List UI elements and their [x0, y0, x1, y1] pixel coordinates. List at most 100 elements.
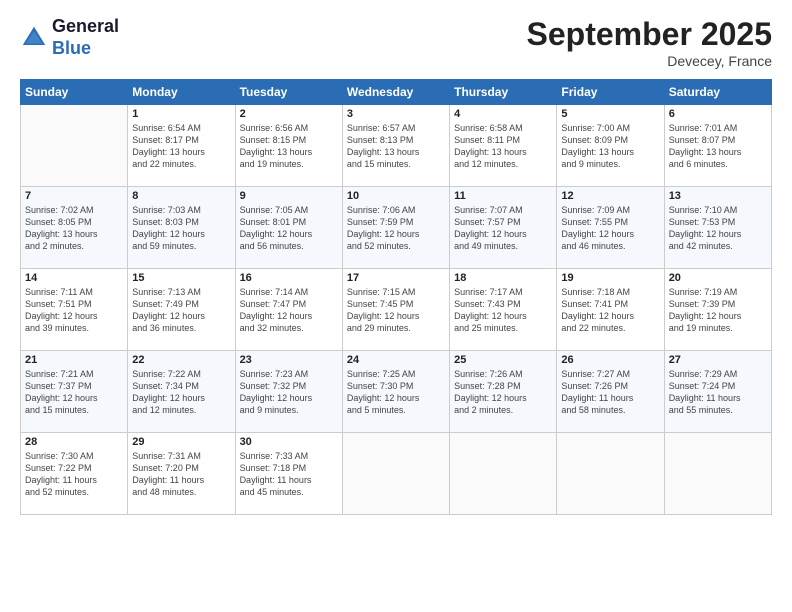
day-number: 1: [132, 108, 230, 120]
logo-general: General: [52, 16, 119, 36]
col-header-saturday: Saturday: [664, 80, 771, 105]
page: General Blue September 2025 Devecey, Fra…: [0, 0, 792, 612]
day-info: Sunrise: 7:15 AM Sunset: 7:45 PM Dayligh…: [347, 286, 445, 335]
calendar-week-3: 14Sunrise: 7:11 AM Sunset: 7:51 PM Dayli…: [21, 269, 772, 351]
calendar-table: SundayMondayTuesdayWednesdayThursdayFrid…: [20, 79, 772, 515]
day-info: Sunrise: 7:17 AM Sunset: 7:43 PM Dayligh…: [454, 286, 552, 335]
day-info: Sunrise: 7:03 AM Sunset: 8:03 PM Dayligh…: [132, 204, 230, 253]
calendar-cell: 19 Sunrise: 7:18 AM Sunset: 7:41 PM Dayli…: [557, 269, 664, 351]
day-number: 3: [347, 108, 445, 120]
header: General Blue September 2025 Devecey, Fra…: [20, 16, 772, 69]
day-number: 19: [561, 272, 659, 284]
calendar-cell: 22Sunrise: 7:22 AM Sunset: 7:34 PM Dayli…: [128, 351, 235, 433]
day-info: Sunrise: 7:26 AM Sunset: 7:28 PM Dayligh…: [454, 368, 552, 417]
day-number: 27: [669, 354, 767, 366]
calendar-header-row: SundayMondayTuesdayWednesdayThursdayFrid…: [21, 80, 772, 105]
day-number: 12: [561, 190, 659, 202]
col-header-tuesday: Tuesday: [235, 80, 342, 105]
day-info: Sunrise: 7:30 AM Sunset: 7:22 PM Dayligh…: [25, 450, 123, 499]
calendar-cell: 30 Sunrise: 7:33 AM Sunset: 7:18 PM Dayli…: [235, 433, 342, 515]
col-header-thursday: Thursday: [450, 80, 557, 105]
calendar-week-1: 1 Sunrise: 6:54 AM Sunset: 8:17 PM Daylig…: [21, 105, 772, 187]
calendar-cell: 4Sunrise: 6:58 AM Sunset: 8:11 PM Daylig…: [450, 105, 557, 187]
day-info: Sunrise: 7:22 AM Sunset: 7:34 PM Dayligh…: [132, 368, 230, 417]
day-number: 20: [669, 272, 767, 284]
day-number: 13: [669, 190, 767, 202]
day-number: 28: [25, 436, 123, 448]
day-number: 23: [240, 354, 338, 366]
day-info: Sunrise: 6:57 AM Sunset: 8:13 PM Dayligh…: [347, 122, 445, 171]
col-header-monday: Monday: [128, 80, 235, 105]
logo: General Blue: [20, 16, 119, 59]
day-info: Sunrise: 6:56 AM Sunset: 8:15 PM Dayligh…: [240, 122, 338, 171]
calendar-cell: 1 Sunrise: 6:54 AM Sunset: 8:17 PM Daylig…: [128, 105, 235, 187]
title-block: September 2025 Devecey, France: [527, 16, 772, 69]
calendar-cell: [342, 433, 449, 515]
calendar-cell: 6 Sunrise: 7:01 AM Sunset: 8:07 PM Daylig…: [664, 105, 771, 187]
day-number: 29: [132, 436, 230, 448]
day-info: Sunrise: 7:07 AM Sunset: 7:57 PM Dayligh…: [454, 204, 552, 253]
calendar-cell: 26 Sunrise: 7:27 AM Sunset: 7:26 PM Dayli…: [557, 351, 664, 433]
day-info: Sunrise: 7:01 AM Sunset: 8:07 PM Dayligh…: [669, 122, 767, 171]
day-info: Sunrise: 7:25 AM Sunset: 7:30 PM Dayligh…: [347, 368, 445, 417]
calendar-cell: 29 Sunrise: 7:31 AM Sunset: 7:20 PM Dayli…: [128, 433, 235, 515]
day-number: 7: [25, 190, 123, 202]
day-info: Sunrise: 7:13 AM Sunset: 7:49 PM Dayligh…: [132, 286, 230, 335]
day-number: 15: [132, 272, 230, 284]
calendar-cell: 20Sunrise: 7:19 AM Sunset: 7:39 PM Dayli…: [664, 269, 771, 351]
day-number: 30: [240, 436, 338, 448]
calendar-cell: 15 Sunrise: 7:13 AM Sunset: 7:49 PM Dayli…: [128, 269, 235, 351]
calendar-cell: [21, 105, 128, 187]
calendar-cell: 18Sunrise: 7:17 AM Sunset: 7:43 PM Dayli…: [450, 269, 557, 351]
day-number: 24: [347, 354, 445, 366]
col-header-wednesday: Wednesday: [342, 80, 449, 105]
calendar-cell: [664, 433, 771, 515]
day-info: Sunrise: 7:21 AM Sunset: 7:37 PM Dayligh…: [25, 368, 123, 417]
calendar-cell: 3 Sunrise: 6:57 AM Sunset: 8:13 PM Daylig…: [342, 105, 449, 187]
calendar-cell: [450, 433, 557, 515]
day-info: Sunrise: 6:54 AM Sunset: 8:17 PM Dayligh…: [132, 122, 230, 171]
calendar-cell: 9 Sunrise: 7:05 AM Sunset: 8:01 PM Daylig…: [235, 187, 342, 269]
day-number: 6: [669, 108, 767, 120]
day-number: 26: [561, 354, 659, 366]
day-info: Sunrise: 7:27 AM Sunset: 7:26 PM Dayligh…: [561, 368, 659, 417]
day-number: 10: [347, 190, 445, 202]
logo-blue: Blue: [52, 38, 91, 58]
col-header-sunday: Sunday: [21, 80, 128, 105]
calendar-week-4: 21Sunrise: 7:21 AM Sunset: 7:37 PM Dayli…: [21, 351, 772, 433]
calendar-cell: 17 Sunrise: 7:15 AM Sunset: 7:45 PM Dayli…: [342, 269, 449, 351]
day-info: Sunrise: 7:00 AM Sunset: 8:09 PM Dayligh…: [561, 122, 659, 171]
day-number: 2: [240, 108, 338, 120]
day-number: 9: [240, 190, 338, 202]
day-info: Sunrise: 7:18 AM Sunset: 7:41 PM Dayligh…: [561, 286, 659, 335]
calendar-week-5: 28 Sunrise: 7:30 AM Sunset: 7:22 PM Dayli…: [21, 433, 772, 515]
day-number: 5: [561, 108, 659, 120]
calendar-cell: 25 Sunrise: 7:26 AM Sunset: 7:28 PM Dayli…: [450, 351, 557, 433]
location: Devecey, France: [527, 53, 772, 69]
calendar-cell: 2 Sunrise: 6:56 AM Sunset: 8:15 PM Daylig…: [235, 105, 342, 187]
day-info: Sunrise: 7:02 AM Sunset: 8:05 PM Dayligh…: [25, 204, 123, 253]
month-title: September 2025: [527, 16, 772, 53]
calendar-cell: 14Sunrise: 7:11 AM Sunset: 7:51 PM Dayli…: [21, 269, 128, 351]
day-number: 16: [240, 272, 338, 284]
day-info: Sunrise: 7:33 AM Sunset: 7:18 PM Dayligh…: [240, 450, 338, 499]
calendar-cell: 5 Sunrise: 7:00 AM Sunset: 8:09 PM Daylig…: [557, 105, 664, 187]
calendar-cell: 27 Sunrise: 7:29 AM Sunset: 7:24 PM Dayli…: [664, 351, 771, 433]
day-info: Sunrise: 6:58 AM Sunset: 8:11 PM Dayligh…: [454, 122, 552, 171]
day-info: Sunrise: 7:23 AM Sunset: 7:32 PM Dayligh…: [240, 368, 338, 417]
day-info: Sunrise: 7:05 AM Sunset: 8:01 PM Dayligh…: [240, 204, 338, 253]
day-info: Sunrise: 7:14 AM Sunset: 7:47 PM Dayligh…: [240, 286, 338, 335]
calendar-cell: 28 Sunrise: 7:30 AM Sunset: 7:22 PM Dayli…: [21, 433, 128, 515]
day-info: Sunrise: 7:10 AM Sunset: 7:53 PM Dayligh…: [669, 204, 767, 253]
calendar-cell: 21Sunrise: 7:21 AM Sunset: 7:37 PM Dayli…: [21, 351, 128, 433]
day-number: 17: [347, 272, 445, 284]
day-info: Sunrise: 7:09 AM Sunset: 7:55 PM Dayligh…: [561, 204, 659, 253]
logo-icon: [20, 24, 48, 52]
calendar-cell: 8 Sunrise: 7:03 AM Sunset: 8:03 PM Daylig…: [128, 187, 235, 269]
day-info: Sunrise: 7:29 AM Sunset: 7:24 PM Dayligh…: [669, 368, 767, 417]
day-number: 25: [454, 354, 552, 366]
day-number: 8: [132, 190, 230, 202]
day-info: Sunrise: 7:31 AM Sunset: 7:20 PM Dayligh…: [132, 450, 230, 499]
col-header-friday: Friday: [557, 80, 664, 105]
day-number: 14: [25, 272, 123, 284]
